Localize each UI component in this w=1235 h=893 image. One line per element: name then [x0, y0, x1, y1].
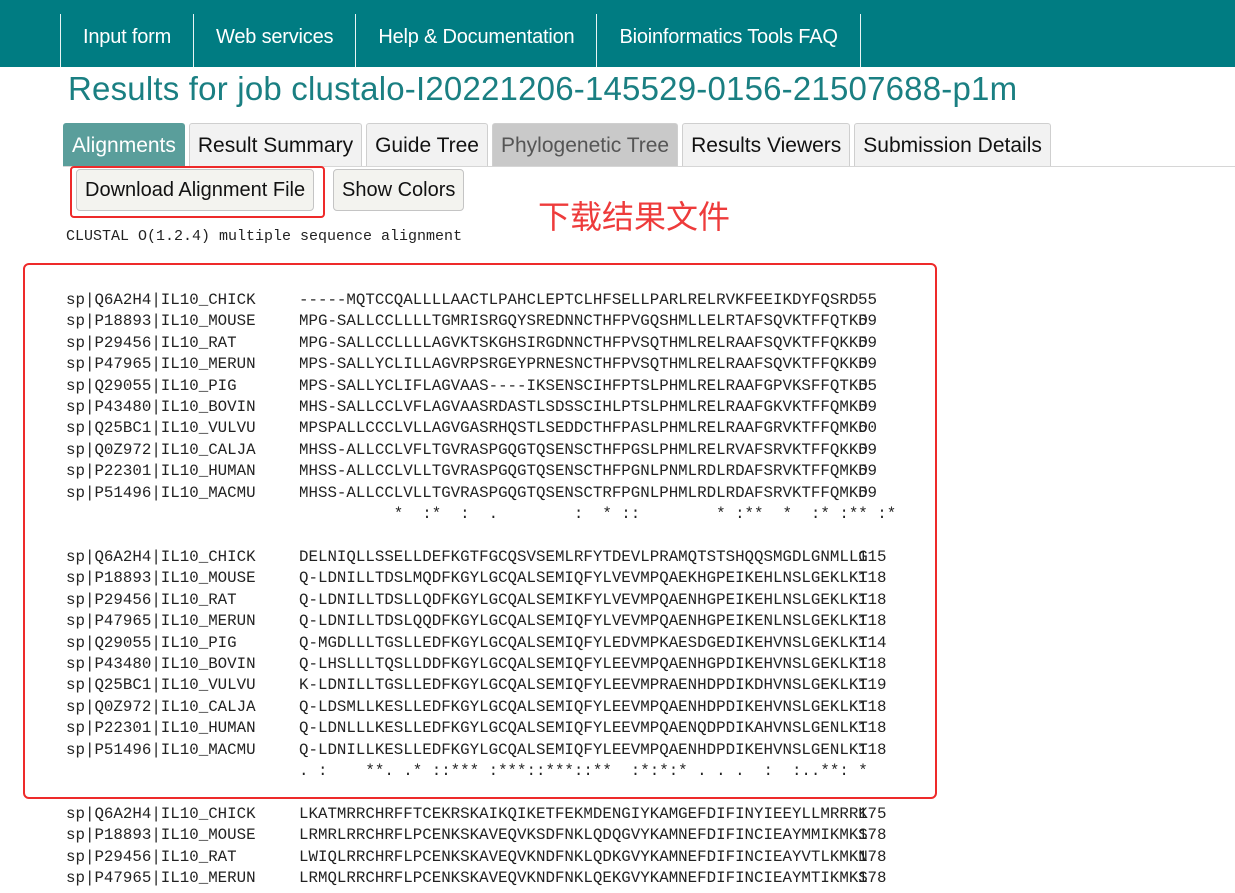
- sequence-residues: MPG-SALLCCLLLLTGMRISRGQYSREDNNCTHFPVGQSH…: [299, 312, 868, 331]
- residue-count: 118: [858, 654, 887, 673]
- sequence-id: sp|P29456|IL10_RAT: [66, 590, 237, 609]
- sequence-id: sp|P47965|IL10_MERUN: [66, 612, 256, 631]
- sequence-id: sp|Q0Z972|IL10_CALJA: [66, 440, 256, 459]
- sequence-id: sp|Q25BC1|IL10_VULVU: [66, 419, 256, 438]
- residue-count: 114: [858, 633, 887, 652]
- residue-count: 178: [858, 869, 887, 888]
- sequence-id: sp|P51496|IL10_MACMU: [66, 483, 256, 502]
- residue-count: 118: [858, 697, 887, 716]
- residue-count: 59: [858, 312, 877, 331]
- sequence-residues: LKATMRRCHRFFTCEKRSKAIKQIKETFEKMDENGIYKAM…: [299, 805, 868, 823]
- sequence-id: sp|P22301|IL10_HUMAN: [66, 462, 256, 481]
- sequence-residues: MPS-SALLYCLILLAGVRPSRGEYPRNESNCTHFPVSQTH…: [299, 355, 868, 374]
- tab-alignments[interactable]: Alignments: [63, 123, 185, 166]
- residue-count: 59: [858, 397, 877, 416]
- tab-submission-details[interactable]: Submission Details: [854, 123, 1051, 166]
- residue-count: 119: [858, 676, 887, 695]
- sequence-id: sp|Q29055|IL10_PIG: [66, 633, 237, 652]
- sequence-id: sp|P43480|IL10_BOVIN: [66, 654, 256, 673]
- residue-count: 55: [858, 376, 877, 395]
- sequence-id: sp|P18893|IL10_MOUSE: [66, 826, 256, 845]
- show-colors-button[interactable]: Show Colors: [333, 169, 465, 211]
- nav-web-services[interactable]: Web services: [194, 14, 357, 67]
- sequence-id: sp|P22301|IL10_HUMAN: [66, 719, 256, 738]
- sequence-id: sp|P47965|IL10_MERUN: [66, 869, 256, 888]
- sequence-residues: Q-LDNLLLKESLLEDFKGYLGCQALSEMIQFYLEEVMPQA…: [299, 719, 868, 738]
- tab-phylogenetic-tree[interactable]: Phylogenetic Tree: [492, 123, 679, 166]
- residue-count: 59: [858, 333, 877, 352]
- sequence-id: sp|Q0Z972|IL10_CALJA: [66, 697, 256, 716]
- sequence-residues: Q-LDNILLTDSLQQDFKGYLGCQALSEMIQFYLVEVMPQA…: [299, 612, 868, 631]
- top-navigation: Input form Web services Help & Documenta…: [0, 0, 1235, 67]
- sequence-id: sp|P29456|IL10_RAT: [66, 847, 237, 866]
- tab-guide-tree[interactable]: Guide Tree: [366, 123, 488, 166]
- sequence-residues: LRMQLRRCHRFLPCENKSKAVEQVKNDFNKLQEKGVYKAM…: [299, 869, 868, 888]
- annotation-label: 下载结果文件: [538, 198, 731, 236]
- residue-count: 118: [858, 719, 887, 738]
- sequence-residues: MPG-SALLCCLLLLAGVKTSKGHSIRGDNNCTHFPVSQTH…: [299, 333, 868, 352]
- result-tabs: Alignments Result Summary Guide Tree Phy…: [63, 123, 1055, 166]
- sequence-residues: K-LDNILLTGSLLEDFKGYLGCQALSEMIQFYLEEVMPRA…: [299, 676, 868, 695]
- residue-count: 118: [858, 612, 887, 631]
- sequence-id: sp|P47965|IL10_MERUN: [66, 355, 256, 374]
- sequence-residues: MHSS-ALLCCLVLLTGVRASPGQGTQSENSCTRFPGNLPH…: [299, 483, 868, 502]
- sequence-id: sp|P18893|IL10_MOUSE: [66, 569, 256, 588]
- sequence-residues: MHS-SALLCCLVFLAGVAASRDASTLSDSSCIHLPTSLPH…: [299, 397, 868, 416]
- residue-count: 178: [858, 847, 887, 866]
- residue-count: 118: [858, 740, 887, 759]
- consensus-symbols: * :* : . : * :: * :** * :* :** :*: [299, 504, 897, 523]
- residue-count: 178: [858, 826, 887, 845]
- clustal-header: CLUSTAL O(1.2.4) multiple sequence align…: [66, 228, 463, 245]
- sequence-residues: MPS-SALLYCLIFLAGVAAS----IKSENSCIHFPTSLPH…: [299, 376, 868, 395]
- sequence-id: sp|P18893|IL10_MOUSE: [66, 312, 256, 331]
- nav-help-documentation[interactable]: Help & Documentation: [356, 14, 598, 67]
- sequence-residues: MHSS-ALLCCLVLLTGVRASPGQGTQSENSCTHFPGNLPN…: [299, 462, 868, 481]
- sequence-id: sp|P29456|IL10_RAT: [66, 333, 237, 352]
- residue-count: 175: [858, 805, 887, 823]
- residue-count: 59: [858, 440, 877, 459]
- sequence-id: sp|P43480|IL10_BOVIN: [66, 397, 256, 416]
- sequence-residues: -----MQTCCQALLLLAACTLPAHCLEPTCLHFSELLPAR…: [299, 291, 859, 309]
- tab-result-summary[interactable]: Result Summary: [188, 123, 363, 166]
- consensus-symbols: . : **. .* ::*** :***::***::** :*:*:* . …: [299, 761, 868, 780]
- sequence-residues: LRMRLRRCHRFLPCENKSKAVEQVKSDFNKLQDQGVYKAM…: [299, 826, 868, 845]
- nav-bioinformatics-faq[interactable]: Bioinformatics Tools FAQ: [597, 14, 861, 67]
- residue-count: 118: [858, 590, 887, 609]
- nav-input-form[interactable]: Input form: [61, 14, 195, 67]
- sequence-id: sp|Q6A2H4|IL10_CHICK: [66, 548, 256, 566]
- residue-count: 118: [858, 569, 887, 588]
- download-highlight-box: [70, 166, 325, 218]
- sequence-residues: Q-LDSMLLKESLLEDFKGYLGCQALSEMIQFYLEEVMPQA…: [299, 697, 868, 716]
- residue-count: 115: [858, 548, 887, 566]
- residue-count: 59: [858, 462, 877, 481]
- sequence-id: sp|Q25BC1|IL10_VULVU: [66, 676, 256, 695]
- sequence-id: sp|Q6A2H4|IL10_CHICK: [66, 291, 256, 309]
- sequence-residues: LWIQLRRCHRFLPCENKSKAVEQVKNDFNKLQDKGVYKAM…: [299, 847, 868, 866]
- sequence-residues: Q-LDNILLTDSLLQDFKGYLGCQALSEMIKFYLVEVMPQA…: [299, 590, 868, 609]
- sequence-residues: Q-LHSLLLTQSLLDDFKGYLGCQALSEMIQFYLEEVMPQA…: [299, 654, 868, 673]
- residue-count: 60: [858, 419, 877, 438]
- sequence-residues: DELNIQLLSSELLDEFKGTFGCQSVSEMLRFYTDEVLPRA…: [299, 548, 868, 566]
- sequence-id: sp|Q6A2H4|IL10_CHICK: [66, 805, 256, 823]
- sequence-id: sp|P51496|IL10_MACMU: [66, 740, 256, 759]
- sequence-residues: MPSPALLCCCLVLLAGVGASRHQSTLSEDDCTHFPASLPH…: [299, 419, 868, 438]
- nav-links: Input form Web services Help & Documenta…: [60, 14, 861, 67]
- sequence-id: sp|Q29055|IL10_PIG: [66, 376, 237, 395]
- residue-count: 59: [858, 355, 877, 374]
- sequence-residues: Q-MGDLLLTGSLLEDFKGYLGCQALSEMIQFYLEDVMPKA…: [299, 633, 868, 652]
- sequence-residues: Q-LDNILLTDSLMQDFKGYLGCQALSEMIQFYLVEVMPQA…: [299, 569, 868, 588]
- tab-results-viewers[interactable]: Results Viewers: [682, 123, 851, 166]
- sequence-residues: MHSS-ALLCCLVFLTGVRASPGQGTQSENSCTHFPGSLPH…: [299, 440, 868, 459]
- sequence-residues: Q-LDNILLKESLLEDFKGYLGCQALSEMIQFYLEEVMPQA…: [299, 740, 868, 759]
- page-title: Results for job clustalo-I20221206-14552…: [68, 70, 1018, 107]
- residue-count: 59: [858, 483, 877, 502]
- residue-count: 55: [858, 291, 877, 309]
